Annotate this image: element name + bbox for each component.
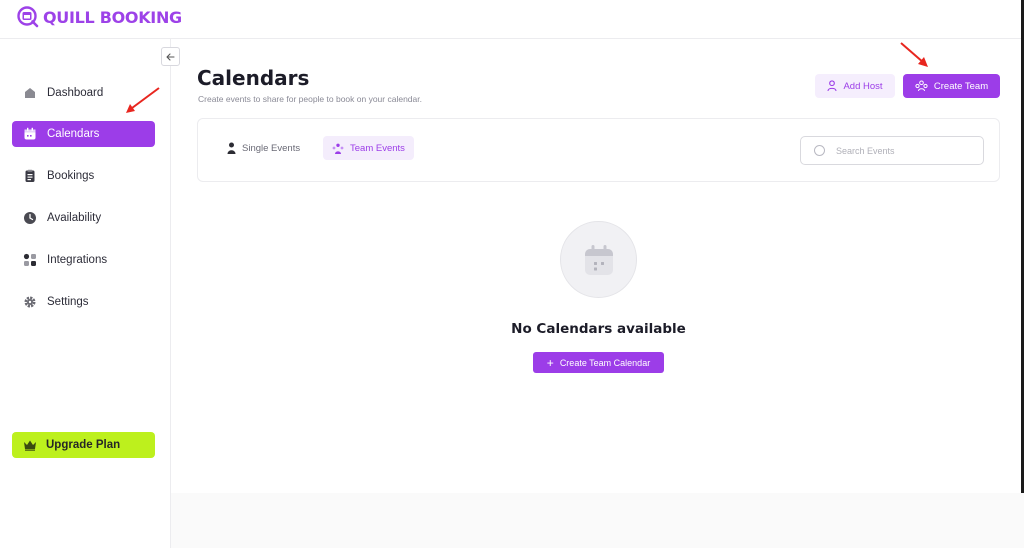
crown-icon: [23, 438, 37, 452]
annotation-arrow-icon: [900, 42, 928, 67]
sidebar-item-settings[interactable]: Settings: [12, 289, 155, 315]
plus-icon: +: [546, 355, 554, 370]
tab-label: Team Events: [350, 142, 405, 154]
user-icon: [827, 80, 838, 92]
clock-icon: [23, 211, 37, 225]
sidebar-item-label: Settings: [47, 296, 89, 308]
sidebar-item-label: Availability: [47, 212, 102, 224]
sidebar-item-calendars[interactable]: Calendars: [12, 121, 155, 147]
sidebar: Dashboard Calendars Bookings Availabilit…: [0, 39, 180, 548]
sidebar-item-label: Integrations: [47, 254, 108, 266]
content-footer-area: [171, 493, 1024, 548]
tab-single-events[interactable]: Single Events: [218, 136, 309, 160]
create-team-button[interactable]: Create Team: [903, 74, 1000, 98]
sidebar-item-dashboard[interactable]: Dashboard: [12, 80, 155, 106]
filter-bar: Single Events Team Events: [197, 118, 1000, 182]
page-subtitle: Create events to share for people to boo…: [198, 94, 422, 104]
sidebar-item-integrations[interactable]: Integrations: [12, 247, 155, 273]
add-host-button[interactable]: Add Host: [815, 74, 895, 98]
collapse-sidebar-button[interactable]: [161, 47, 180, 66]
logo-icon: [17, 6, 39, 28]
search-icon: [814, 145, 825, 156]
logo-text: QUILL BOOKING: [43, 7, 182, 27]
search-box[interactable]: [800, 136, 984, 165]
tab-team-events[interactable]: Team Events: [323, 136, 414, 160]
clipboard-icon: [23, 169, 37, 183]
create-team-label: Create Team: [933, 80, 989, 92]
top-bar: QUILL BOOKING: [0, 0, 1024, 39]
sidebar-item-label: Dashboard: [47, 87, 104, 99]
home-icon: [23, 86, 37, 100]
gear-icon: [23, 295, 37, 309]
sidebar-item-label: Bookings: [47, 170, 95, 182]
upgrade-label: Upgrade Plan: [46, 439, 121, 451]
logo[interactable]: QUILL BOOKING: [17, 6, 182, 28]
create-team-calendar-button[interactable]: + Create Team Calendar: [533, 352, 664, 373]
sidebar-item-bookings[interactable]: Bookings: [12, 163, 155, 189]
team-icon: [332, 143, 344, 154]
calendar-icon: [584, 244, 613, 275]
add-host-label: Add Host: [843, 80, 883, 92]
arrow-left-icon: [166, 52, 175, 61]
empty-state-illustration: [560, 221, 637, 298]
page-title: Calendars: [197, 66, 310, 90]
tab-label: Single Events: [242, 142, 301, 154]
create-team-calendar-label: Create Team Calendar: [559, 357, 651, 368]
calendar-icon: [23, 127, 37, 141]
sidebar-item-label: Calendars: [47, 128, 100, 140]
sidebar-item-availability[interactable]: Availability: [12, 205, 155, 231]
upgrade-plan-button[interactable]: Upgrade Plan: [12, 432, 155, 458]
empty-state-title: No Calendars available: [511, 321, 686, 337]
user-icon: [227, 142, 236, 154]
team-icon: [915, 80, 928, 92]
apps-icon: [23, 253, 37, 267]
search-input[interactable]: [836, 145, 966, 156]
